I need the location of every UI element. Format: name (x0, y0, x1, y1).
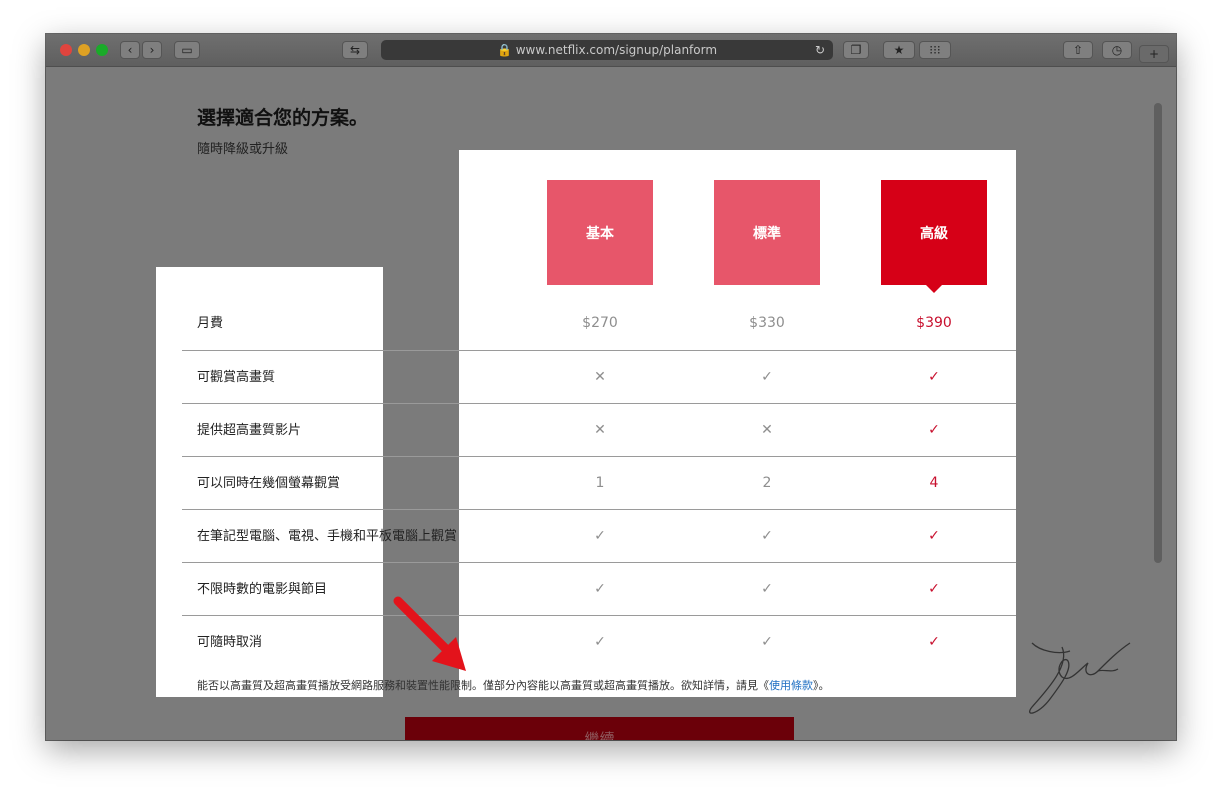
check-icon: ✓ (594, 634, 606, 650)
reader-icon[interactable]: ⇆ (342, 41, 368, 59)
plan-standard-label: 標準 (753, 225, 781, 242)
forward-icon[interactable]: › (142, 41, 162, 59)
plan-basic-card[interactable]: 基本 (547, 180, 653, 285)
check-icon: ✓ (761, 634, 773, 650)
close-window-button[interactable] (60, 44, 72, 56)
basic-value: 1 (595, 475, 605, 491)
row-label: 可觀賞高畫質 (197, 370, 276, 385)
continue-button[interactable]: 繼續 (405, 717, 794, 740)
row-hd: 可觀賞高畫質 ✕ ✓ ✓ (182, 350, 1016, 404)
row-unlimited: 不限時數的電影與節目 ✓ ✓ ✓ (182, 562, 1016, 616)
history-icon[interactable]: ◷ (1102, 41, 1132, 59)
basic-value: $270 (582, 315, 618, 331)
cross-icon: ✕ (594, 369, 606, 385)
row-label: 可以同時在幾個螢幕觀賞 (197, 476, 341, 491)
red-arrow-annotation (393, 596, 466, 671)
premium-value: 4 (929, 475, 939, 491)
standard-value: $330 (749, 315, 785, 331)
plan-standard-card[interactable]: 標準 (714, 180, 820, 285)
check-icon: ✓ (761, 581, 773, 597)
standard-value: 2 (762, 475, 772, 491)
cross-icon: ✕ (594, 422, 606, 438)
premium-value: $390 (916, 315, 952, 331)
page-subtitle: 隨時降級或升級 (197, 142, 289, 157)
signature (1029, 642, 1131, 714)
plan-premium-label: 高級 (920, 225, 948, 242)
tabs-icon[interactable]: ❐ (843, 41, 869, 59)
page-content: 選擇適合您的方案。 隨時降級或升級 基本 標準 高級 月費 $270 $330 … (46, 67, 1176, 740)
check-icon: ✓ (594, 528, 606, 544)
cross-icon: ✕ (761, 422, 773, 438)
footnote-text: 能否以高畫質及超高畫質播放受網路服務和裝置性能限制。僅部分內容能以高畫質或超高畫… (197, 679, 769, 692)
check-icon: ✓ (761, 369, 773, 385)
extensions-icon[interactable]: ⁝⁝⁝ (919, 41, 951, 59)
row-devices: 在筆記型電腦、電視、手機和平板電腦上觀賞 ✓ ✓ ✓ (182, 509, 1016, 563)
row-cancel: 可隨時取消 ✓ ✓ ✓ (182, 615, 1016, 669)
check-icon: ✓ (928, 634, 940, 650)
zoom-window-button[interactable] (96, 44, 108, 56)
footnote: 能否以高畫質及超高畫質播放受網路服務和裝置性能限制。僅部分內容能以高畫質或超高畫… (197, 677, 830, 693)
row-screens: 可以同時在幾個螢幕觀賞 1 2 4 (182, 456, 1016, 510)
plan-premium-card[interactable]: 高級 (881, 180, 987, 293)
share-icon[interactable]: ⇧ (1063, 41, 1093, 59)
minimize-window-button[interactable] (78, 44, 90, 56)
footnote-suffix: 》。 (813, 679, 830, 692)
check-icon: ✓ (761, 528, 773, 544)
sidebar-icon[interactable]: ▭ (174, 41, 200, 59)
page-title: 選擇適合您的方案。 (197, 107, 369, 129)
browser-window: ‹ › ▭ ⇆ 🔒 www.netflix.com/signup/planfor… (46, 34, 1176, 740)
reload-icon[interactable]: ↻ (815, 40, 825, 60)
row-label: 月費 (197, 316, 224, 331)
check-icon: ✓ (928, 581, 940, 597)
check-icon: ✓ (928, 369, 940, 385)
browser-toolbar: ‹ › ▭ ⇆ 🔒 www.netflix.com/signup/planfor… (46, 34, 1176, 67)
row-label: 可隨時取消 (197, 635, 263, 650)
bookmark-icon[interactable]: ★ (883, 41, 915, 59)
address-bar[interactable]: 🔒 www.netflix.com/signup/planform ↻ (381, 40, 833, 60)
url-text: www.netflix.com/signup/planform (515, 43, 718, 57)
back-icon[interactable]: ‹ (120, 41, 140, 59)
check-icon: ✓ (928, 422, 940, 438)
row-label: 在筆記型電腦、電視、手機和平板電腦上觀賞 (197, 529, 458, 544)
check-icon: ✓ (594, 581, 606, 597)
plan-basic-label: 基本 (586, 225, 614, 242)
terms-link[interactable]: 使用條款 (769, 679, 813, 692)
new-tab-icon[interactable]: + (1139, 45, 1169, 63)
row-monthly-fee: 月費 $270 $330 $390 (182, 297, 1016, 350)
lock-icon: 🔒 (496, 43, 512, 57)
row-label: 提供超高畫質影片 (197, 423, 302, 438)
check-icon: ✓ (928, 528, 940, 544)
row-label: 不限時數的電影與節目 (197, 582, 328, 597)
scrollbar[interactable] (1154, 103, 1162, 563)
row-ultra-hd: 提供超高畫質影片 ✕ ✕ ✓ (182, 403, 1016, 457)
